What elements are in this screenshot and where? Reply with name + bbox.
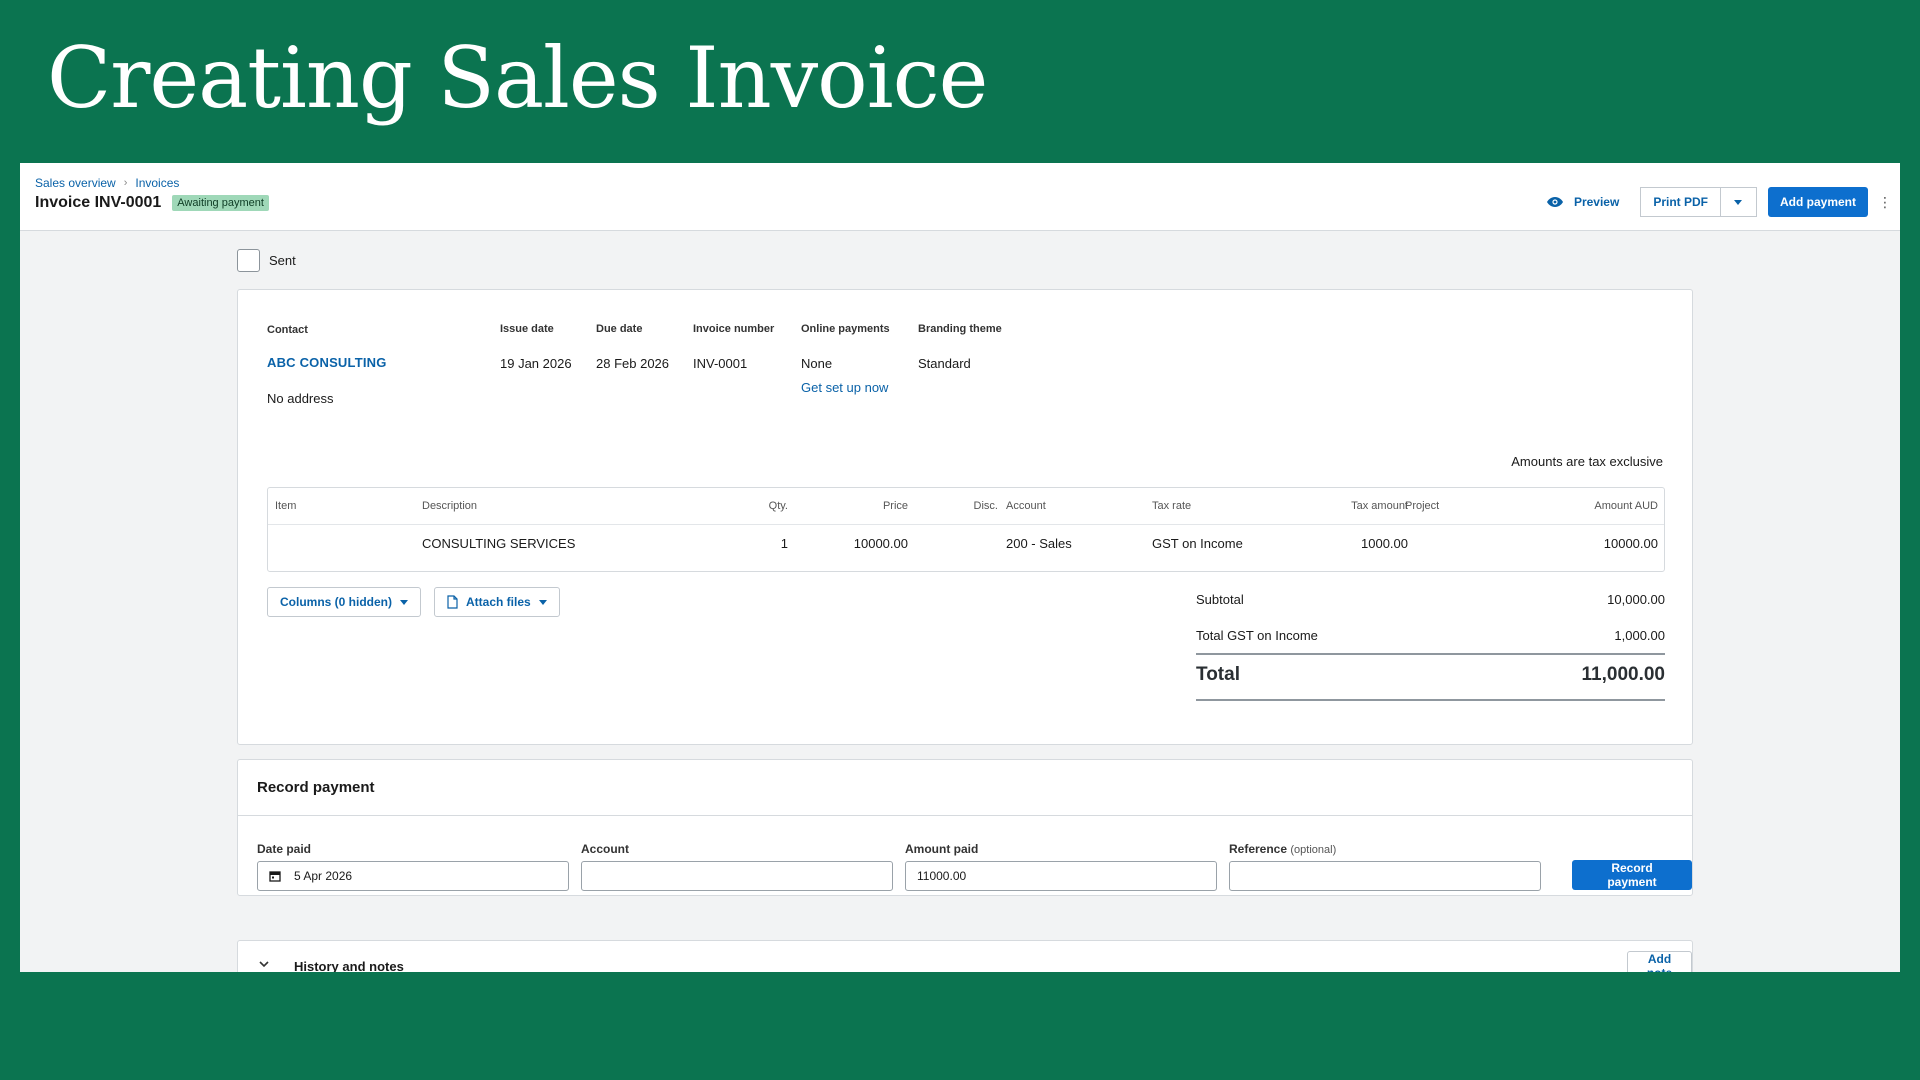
col-tax-amount: Tax amount	[1351, 500, 1408, 512]
branding-theme-value: Standard	[918, 356, 971, 371]
gst-row: Total GST on Income 1,000.00	[1196, 628, 1665, 643]
date-paid-input[interactable]: 5 Apr 2026	[257, 861, 569, 891]
due-date-label: Due date	[596, 323, 643, 335]
contact-name-link[interactable]: ABC CONSULTING	[267, 355, 387, 370]
account-input[interactable]	[581, 861, 893, 891]
subtotal-value: 10,000.00	[1607, 592, 1665, 607]
add-payment-button[interactable]: Add payment	[1767, 187, 1868, 217]
chevron-down-icon[interactable]	[258, 958, 270, 970]
amount-paid-input[interactable]: 11000.00	[905, 861, 1217, 891]
total-label: Total	[1196, 664, 1240, 685]
header-actions: Preview Print PDF Add payment ⋮	[1546, 187, 1900, 217]
col-account: Account	[1006, 500, 1046, 512]
reference-label-text: Reference	[1229, 842, 1288, 856]
date-paid-label: Date paid	[257, 842, 312, 856]
reference-label: Reference (optional)	[1229, 842, 1336, 856]
subtotal-row: Subtotal 10,000.00	[1196, 592, 1665, 607]
preview-button[interactable]: Preview	[1546, 195, 1619, 209]
columns-button-label: Columns (0 hidden)	[280, 595, 392, 609]
preview-label: Preview	[1573, 195, 1620, 209]
reference-input[interactable]	[1229, 861, 1541, 891]
col-disc: Disc.	[973, 500, 998, 512]
history-notes-heading[interactable]: History and notes	[294, 959, 404, 972]
eye-icon	[1546, 197, 1563, 207]
issue-date-label: Issue date	[500, 323, 554, 335]
record-payment-heading: Record payment	[257, 779, 375, 796]
print-options-button[interactable]	[1720, 187, 1757, 217]
line-qty[interactable]: 1	[728, 536, 788, 551]
subtotal-label: Subtotal	[1196, 592, 1244, 607]
tax-note: Amounts are tax exclusive	[1511, 454, 1663, 469]
invoice-number-label: Invoice number	[693, 323, 775, 335]
col-amount: Amount AUD	[1594, 500, 1658, 512]
col-price: Price	[882, 500, 908, 512]
line-items-table: Item Description Qty. Price Disc. Accoun…	[267, 487, 1665, 572]
gst-label: Total GST on Income	[1196, 628, 1318, 643]
chevron-down-icon	[1734, 199, 1743, 205]
col-qty: Qty.	[768, 500, 788, 512]
calendar-icon	[269, 871, 281, 882]
status-badge: Awaiting payment	[172, 195, 269, 211]
contact-address: No address	[267, 391, 334, 406]
print-pdf-split-button: Print PDF	[1640, 187, 1757, 217]
record-payment-card: Record payment Date paid 5 Apr 2026 Acco…	[237, 759, 1693, 896]
attach-files-label: Attach files	[466, 595, 531, 609]
invoice-number-value: INV-0001	[693, 356, 748, 371]
line-price[interactable]: 10000.00	[828, 536, 908, 551]
col-tax-rate: Tax rate	[1152, 500, 1192, 512]
table-divider	[268, 524, 1664, 525]
col-item: Item	[275, 500, 297, 512]
line-amount: 10000.00	[1603, 536, 1658, 551]
date-paid-value: 5 Apr 2026	[294, 869, 353, 883]
online-payments-value: None	[801, 356, 833, 371]
sent-checkbox[interactable]	[237, 249, 260, 272]
breadcrumb-separator: ›	[123, 177, 128, 189]
breadcrumb-sales-overview[interactable]: Sales overview	[35, 176, 116, 190]
get-set-up-link[interactable]: Get set up now	[801, 380, 888, 395]
record-payment-button[interactable]: Record payment	[1572, 860, 1692, 890]
invoice-screen: Sales overview › Invoices Invoice INV-00…	[20, 163, 1900, 972]
line-account[interactable]: 200 - Sales	[1006, 536, 1072, 551]
amount-paid-label: Amount paid	[905, 842, 979, 856]
contact-label: Contact	[267, 324, 308, 336]
gst-value: 1,000.00	[1614, 628, 1665, 643]
issue-date-value: 19 Jan 2026	[500, 356, 572, 371]
line-description[interactable]: CONSULTING SERVICES	[422, 536, 575, 551]
columns-button[interactable]: Columns (0 hidden)	[267, 587, 421, 617]
total-value: 11,000.00	[1581, 664, 1665, 685]
payment-divider	[238, 815, 1692, 816]
invoice-details-card: Contact ABC CONSULTING No address Issue …	[237, 289, 1693, 745]
online-payments-label: Online payments	[801, 323, 890, 335]
chevron-down-icon	[538, 599, 547, 605]
branding-theme-label: Branding theme	[918, 323, 1002, 335]
reference-optional-hint: (optional)	[1290, 844, 1337, 856]
page-title: Invoice INV-0001	[35, 194, 162, 211]
chevron-down-icon	[400, 599, 408, 605]
total-underline	[1196, 699, 1665, 701]
print-pdf-button[interactable]: Print PDF	[1640, 187, 1721, 217]
sent-row: Sent	[237, 249, 296, 272]
line-tax-amount[interactable]: 1000.00	[1268, 536, 1408, 551]
slide-title: Creating Sales Invoice	[47, 29, 988, 127]
line-tax-rate[interactable]: GST on Income	[1152, 536, 1243, 551]
total-row: Total 11,000.00	[1196, 664, 1665, 686]
app-header: Sales overview › Invoices Invoice INV-00…	[20, 163, 1900, 231]
more-options-icon[interactable]: ⋮	[1870, 195, 1900, 209]
col-project: Project	[1405, 500, 1440, 512]
file-icon	[447, 595, 458, 609]
breadcrumb-invoices[interactable]: Invoices	[135, 176, 179, 190]
breadcrumb: Sales overview › Invoices	[35, 176, 179, 190]
due-date-value: 28 Feb 2026	[596, 356, 670, 371]
col-description: Description	[422, 500, 478, 512]
history-notes-card: History and notes Add note	[237, 940, 1693, 972]
invoice-title-row: Invoice INV-0001 Awaiting payment	[35, 194, 269, 212]
attach-files-button[interactable]: Attach files	[434, 587, 560, 617]
account-label: Account	[581, 842, 629, 856]
add-note-button[interactable]: Add note	[1627, 951, 1692, 972]
totals-divider	[1196, 653, 1665, 655]
sent-label: Sent	[269, 253, 296, 268]
